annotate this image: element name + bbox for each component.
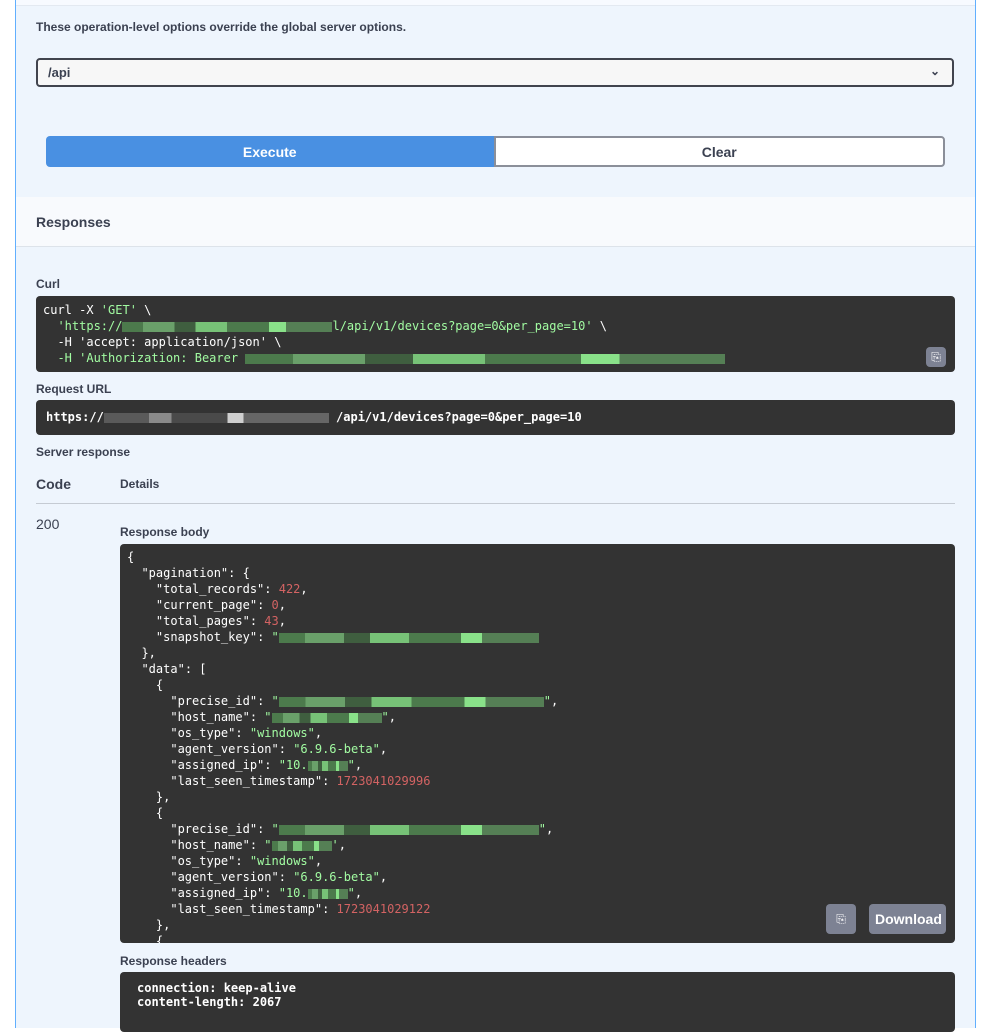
operation-block: These operation-level options override t… [15,0,976,1032]
section-divider [16,0,975,6]
table-divider [36,503,955,504]
curl-url-prefix: 'https:// [57,319,123,333]
status-code: 200 [36,516,60,532]
json-key: "data" [141,662,185,676]
responses-header: Responses [16,197,975,247]
request-url-block: https:// /api/v1/devices?page=0&per_page… [36,400,955,435]
copy-response-icon[interactable]: ⎘ [826,904,856,934]
last-seen-timestamp-value: 1723041029122 [336,902,431,916]
json-key: "assigned_ip" [170,758,265,772]
json-key: "current_page" [155,598,258,612]
details-column-header: Details [120,477,160,491]
redacted-precise-id [278,824,539,835]
json-key: "last_seen_timestamp" [170,902,323,916]
json-key: "pagination" [141,566,229,580]
assigned-ip-value: "10. [278,886,308,900]
redacted-token [245,353,726,364]
total-records-value: 422 [278,582,301,596]
os-type-value: "windows" [249,726,315,740]
redacted-host-name [271,840,332,851]
execute-wrapper: Execute Clear [46,136,945,167]
redacted-ip [307,760,348,771]
server-response-label: Server response [36,445,131,459]
curl-text: curl -X [43,303,101,317]
last-seen-timestamp-value: 1723041029996 [336,774,431,788]
json-key: "last_seen_timestamp" [170,774,323,788]
clear-button[interactable]: Clear [493,136,945,167]
curl-auth-header: -H 'Authorization: Bearer [57,351,246,365]
json-key: "os_type" [170,726,236,740]
curl-accept-header: -H 'accept: application/json' \ [57,335,282,349]
curl-code-block[interactable]: curl -X 'GET' \ 'https:// l/api/v1/device… [36,296,955,372]
curl-text: \ [136,303,152,317]
redacted-host [122,321,333,332]
copy-to-clipboard-icon[interactable]: ⎘ [926,347,946,367]
redacted-ip [307,888,348,899]
json-key: "precise_id" [170,694,258,708]
server-select[interactable]: /api ⌄ [36,58,954,87]
json-key: "os_type" [170,854,236,868]
json-key: "host_name" [170,838,250,852]
curl-method: 'GET' [100,303,137,317]
curl-text: \ [592,319,608,333]
request-url-prefix: https:// [46,410,104,424]
download-button[interactable]: Download [869,904,946,934]
response-headers-label: Response headers [120,954,227,968]
json-key: "snapshot_key" [155,630,258,644]
server-select-value: /api [48,65,71,80]
chevron-down-icon: ⌄ [929,64,940,78]
json-key: "agent_version" [170,742,279,756]
servers-description: These operation-level options override t… [36,20,407,34]
response-body-label: Response body [120,525,210,539]
response-body-block[interactable]: { "pagination": { "total_records": 422, … [120,544,955,943]
request-url-label: Request URL [36,382,112,396]
curl-label: Curl [36,277,60,291]
responses-title: Responses [36,214,111,230]
redacted-precise-id [278,696,544,707]
current-page-value: 0 [271,598,279,612]
agent-version-value: "6.9.6-beta" [293,870,380,884]
response-header-line: connection: keep-alive [137,981,296,995]
json-key: "agent_version" [170,870,279,884]
json-key: "total_pages" [155,614,250,628]
os-type-value: "windows" [249,854,315,868]
response-header-line: content-length: 2067 [137,995,282,1009]
json-key: "total_records" [155,582,265,596]
redacted-host-name [271,712,382,723]
agent-version-value: "6.9.6-beta" [293,742,380,756]
json-key: "assigned_ip" [170,886,265,900]
response-headers-block: connection: keep-alive content-length: 2… [120,972,955,1032]
execute-button[interactable]: Execute [46,136,494,167]
curl-url-path: l/api/v1/devices?page=0&per_page=10' [332,319,593,333]
json-key: "precise_id" [170,822,258,836]
json-key: "host_name" [170,710,250,724]
code-column-header: Code [36,476,71,492]
redacted-snapshot-key [278,632,539,643]
redacted-host [103,412,329,423]
total-pages-value: 43 [264,614,279,628]
assigned-ip-value: "10. [278,758,308,772]
request-url-path: /api/v1/devices?page=0&per_page=10 [336,410,582,424]
